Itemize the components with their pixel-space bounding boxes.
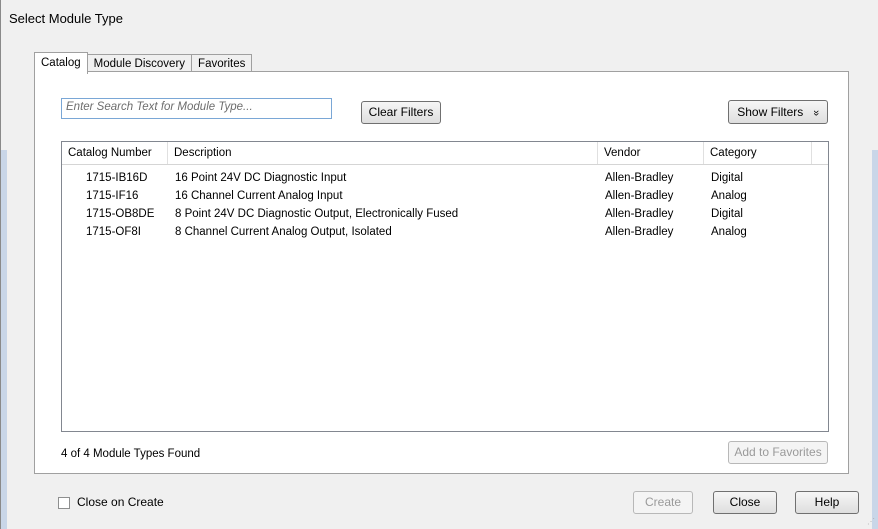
column-header-description[interactable]: Description	[168, 142, 598, 164]
list-header: Catalog Number Description Vendor Catego…	[62, 142, 828, 165]
module-type-list[interactable]: Catalog Number Description Vendor Catego…	[61, 141, 829, 432]
close-button[interactable]: Close	[713, 491, 777, 514]
vendor-cell: Allen-Bradley	[605, 226, 674, 238]
window-title: Select Module Type	[9, 11, 123, 26]
double-chevron-down-icon: »	[809, 109, 822, 117]
clear-filters-button[interactable]: Clear Filters	[361, 101, 441, 124]
column-header-vendor[interactable]: Vendor	[598, 142, 704, 164]
dialog-window: Select Module Type Catalog Module Discov…	[0, 0, 878, 529]
create-button[interactable]: Create	[633, 491, 693, 514]
table-row[interactable]: 1715-IB16D 16 Point 24V DC Diagnostic In…	[62, 169, 828, 187]
column-header-category[interactable]: Category	[704, 142, 812, 164]
catalog-number-cell: 1715-OB8DE	[86, 208, 155, 220]
close-on-create-checkbox[interactable]	[58, 497, 70, 509]
catalog-number-cell: 1715-OF8I	[86, 226, 141, 238]
category-cell: Digital	[711, 172, 743, 184]
description-cell: 8 Channel Current Analog Output, Isolate…	[175, 226, 392, 238]
description-cell: 16 Channel Current Analog Input	[175, 190, 343, 202]
catalog-number-cell: 1715-IB16D	[86, 172, 148, 184]
search-input[interactable]: Enter Search Text for Module Type...	[61, 98, 332, 119]
category-cell: Analog	[711, 190, 747, 202]
clear-filters-label: Clear Filters	[368, 105, 434, 119]
show-filters-label: Show Filters	[737, 105, 804, 119]
resize-grip-icon[interactable]: ⋰	[867, 518, 875, 526]
add-to-favorites-button[interactable]: Add to Favorites	[728, 441, 828, 464]
table-row[interactable]: 1715-OF8I 8 Channel Current Analog Outpu…	[62, 223, 828, 241]
show-filters-button[interactable]: Show Filters »	[728, 100, 828, 124]
module-count-status: 4 of 4 Module Types Found	[61, 448, 201, 460]
vendor-cell: Allen-Bradley	[605, 172, 674, 184]
vendor-cell: Allen-Bradley	[605, 208, 674, 220]
tab-strip: Catalog Module Discovery Favorites	[34, 52, 253, 74]
tab-catalog[interactable]: Catalog	[34, 52, 88, 74]
category-cell: Analog	[711, 226, 747, 238]
window-frame-right	[872, 150, 878, 529]
vendor-cell: Allen-Bradley	[605, 190, 674, 202]
close-on-create-label[interactable]: Close on Create	[77, 495, 164, 509]
catalog-number-cell: 1715-IF16	[86, 190, 139, 202]
table-row[interactable]: 1715-IF16 16 Channel Current Analog Inpu…	[62, 187, 828, 205]
column-header-catalog-number[interactable]: Catalog Number	[62, 142, 168, 164]
table-row[interactable]: 1715-OB8DE 8 Point 24V DC Diagnostic Out…	[62, 205, 828, 223]
category-cell: Digital	[711, 208, 743, 220]
window-frame-left	[1, 150, 7, 529]
help-button[interactable]: Help	[795, 491, 859, 514]
description-cell: 8 Point 24V DC Diagnostic Output, Electr…	[175, 208, 459, 220]
description-cell: 16 Point 24V DC Diagnostic Input	[175, 172, 347, 184]
